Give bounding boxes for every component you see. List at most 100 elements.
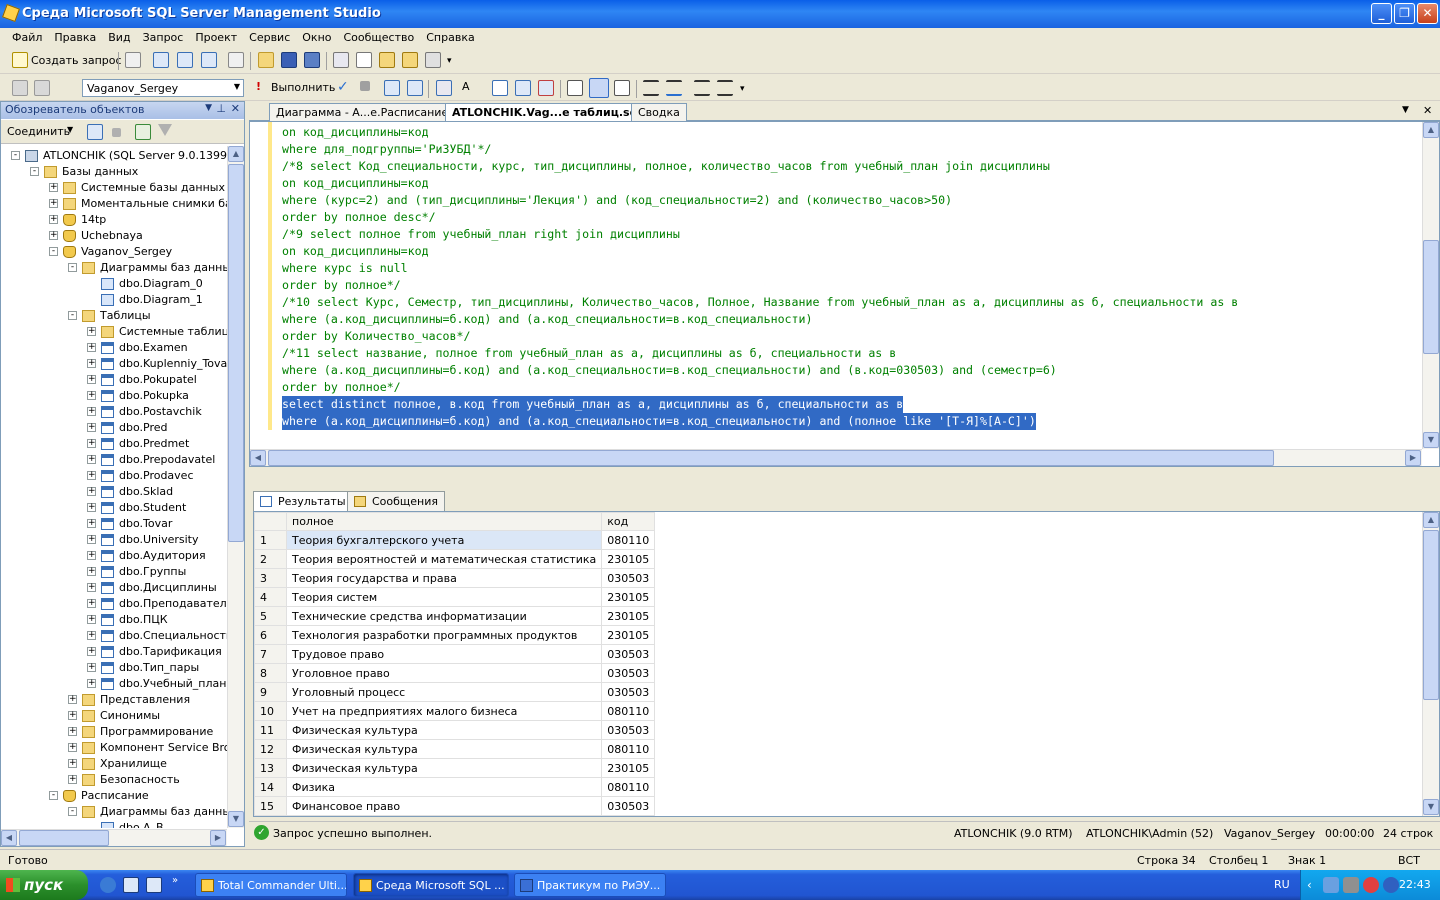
tab-query-editor[interactable]: ATLONCHIK.Vag...е таблиц.sql* <box>445 103 654 122</box>
estimated-plan-icon[interactable] <box>384 80 400 96</box>
tree-node[interactable]: + dbo.Преподаватели <box>1 596 227 612</box>
expand-icon[interactable]: + <box>49 199 58 208</box>
execute-icon[interactable]: ! <box>256 80 261 93</box>
cancel-query-icon[interactable] <box>360 81 370 91</box>
cell-code[interactable]: 230105 <box>601 758 656 778</box>
new-query-icon[interactable] <box>12 52 28 68</box>
cell-full-name[interactable]: Учет на предприятиях малого бизнеса <box>285 701 603 721</box>
toolbar-overflow-icon[interactable]: ▾ <box>447 56 452 66</box>
tree-node[interactable]: - ATLONCHIK (SQL Server 9.0.1399 - A <box>1 148 227 164</box>
minimize-button[interactable]: _ <box>1371 3 1392 24</box>
open-file-icon[interactable] <box>258 52 274 68</box>
expand-icon[interactable]: + <box>87 535 96 544</box>
scroll-thumb[interactable] <box>1423 240 1439 354</box>
tree-node[interactable]: + Системные базы данных <box>1 180 227 196</box>
editor-vertical-scrollbar[interactable]: ▲ ▼ <box>1422 122 1439 449</box>
tree-node[interactable]: + dbo.Predmet <box>1 436 227 452</box>
expand-icon[interactable]: + <box>87 663 96 672</box>
tree-node[interactable]: + dbo.Prodavec <box>1 468 227 484</box>
table-row[interactable]: 7 Трудовое право 030503 <box>254 644 656 664</box>
parse-check-icon[interactable]: ✓ <box>337 79 349 95</box>
scroll-right-icon[interactable]: ▶ <box>210 830 226 846</box>
table-row[interactable]: 6 Технология разработки программных проду… <box>254 625 656 645</box>
menu-tools[interactable]: Сервис <box>243 28 296 44</box>
scroll-thumb[interactable] <box>268 450 1274 466</box>
scroll-down-icon[interactable]: ▼ <box>1423 432 1439 448</box>
collapse-icon[interactable]: - <box>30 167 39 176</box>
tab-list-icon[interactable]: ▼ <box>1402 105 1409 115</box>
expand-icon[interactable]: + <box>49 215 58 224</box>
table-row[interactable]: 11 Физическая культура 030503 <box>254 720 656 740</box>
results-to-file-icon[interactable] <box>614 80 630 96</box>
sql-editor[interactable]: on код_дисциплины=код where для_подгруппы… <box>249 121 1440 467</box>
tree-node[interactable]: + dbo.Pokupatel <box>1 372 227 388</box>
menu-query[interactable]: Запрос <box>137 28 190 44</box>
collapse-icon[interactable]: - <box>68 263 77 272</box>
language-indicator[interactable]: RU <box>1274 878 1290 891</box>
tab-summary[interactable]: Сводка <box>631 103 687 121</box>
task-total-commander[interactable]: Total Commander Ulti... <box>195 873 347 897</box>
tree-node[interactable]: + Хранилище <box>1 756 227 772</box>
query-options-icon[interactable] <box>436 80 452 96</box>
expand-icon[interactable]: + <box>87 455 96 464</box>
security-icon[interactable] <box>1383 877 1399 893</box>
tree-vertical-scrollbar[interactable]: ▲ ▼ <box>227 146 244 828</box>
cell-code[interactable]: 080110 <box>601 530 656 550</box>
menu-window[interactable]: Окно <box>296 28 337 44</box>
tree-node[interactable]: + Программирование <box>1 724 227 740</box>
cell-code[interactable]: 030503 <box>601 796 656 816</box>
tree-node[interactable]: + Синонимы <box>1 708 227 724</box>
cell-code[interactable]: 230105 <box>601 606 656 626</box>
volume-icon[interactable] <box>1343 877 1359 893</box>
collapse-icon[interactable]: - <box>49 791 58 800</box>
cell-code[interactable]: 030503 <box>601 663 656 683</box>
tree-node[interactable]: dbo.A_B <box>1 820 227 828</box>
tree-node[interactable]: + dbo.Tovar <box>1 516 227 532</box>
tree-node[interactable]: + dbo.Тип_пары <box>1 660 227 676</box>
tab-messages[interactable]: Сообщения <box>347 491 446 511</box>
quick-launch-icon[interactable] <box>146 877 162 893</box>
tree-node[interactable]: + dbo.Postavchik <box>1 404 227 420</box>
tree-node[interactable]: + dbo.Группы <box>1 564 227 580</box>
comment-icon[interactable] <box>643 80 659 96</box>
expand-icon[interactable]: + <box>87 679 96 688</box>
cell-code[interactable]: 030503 <box>601 568 656 588</box>
expand-icon[interactable]: + <box>68 775 77 784</box>
cell-full-name[interactable]: Теория вероятностей и математическая ста… <box>285 549 603 569</box>
server-trace-icon[interactable] <box>538 80 554 96</box>
cell-full-name[interactable]: Теория бухгалтерского учета <box>285 530 603 550</box>
scroll-down-icon[interactable]: ▼ <box>228 811 244 827</box>
cell-code[interactable]: 080110 <box>601 739 656 759</box>
cell-code[interactable]: 030503 <box>601 682 656 702</box>
expand-icon[interactable]: + <box>68 695 77 704</box>
table-row[interactable]: 15 Финансовое право 030503 <box>254 796 656 816</box>
cell-code[interactable]: 030503 <box>601 644 656 664</box>
collapse-icon[interactable]: - <box>68 311 77 320</box>
cell-full-name[interactable]: Уголовное право <box>285 663 603 683</box>
expand-icon[interactable]: + <box>49 183 58 192</box>
tree-node[interactable]: + dbo.University <box>1 532 227 548</box>
expand-icon[interactable]: + <box>87 487 96 496</box>
new-query-button[interactable]: Создать запрос <box>31 54 122 67</box>
menu-help[interactable]: Справка <box>420 28 480 44</box>
table-row[interactable]: 1 Теория бухгалтерского учета 080110 <box>254 530 656 550</box>
new-file-icon[interactable] <box>125 52 141 68</box>
show-desktop-icon[interactable] <box>123 877 139 893</box>
tree-node[interactable]: + dbo.Pokupka <box>1 388 227 404</box>
properties-icon[interactable] <box>425 52 441 68</box>
save-all-icon[interactable] <box>304 52 320 68</box>
menu-community[interactable]: Сообщество <box>338 28 421 44</box>
grid-vertical-scrollbar[interactable]: ▲ ▼ <box>1422 512 1439 816</box>
results-to-text-icon[interactable] <box>567 80 583 96</box>
registered-servers-icon[interactable] <box>333 52 349 68</box>
solution-explorer-icon[interactable] <box>402 52 418 68</box>
scroll-right-icon[interactable]: ▶ <box>1405 450 1421 466</box>
expand-icon[interactable]: + <box>49 231 58 240</box>
table-row[interactable]: 14 Физика 080110 <box>254 777 656 797</box>
tree-node[interactable]: - Диаграммы баз данных <box>1 804 227 820</box>
results-to-grid-icon[interactable] <box>589 78 609 98</box>
chevron-down-icon[interactable]: ▼ <box>67 125 73 134</box>
expand-icon[interactable]: + <box>87 359 96 368</box>
ie-icon[interactable] <box>100 877 116 893</box>
tree-node[interactable]: +14tp <box>1 212 227 228</box>
